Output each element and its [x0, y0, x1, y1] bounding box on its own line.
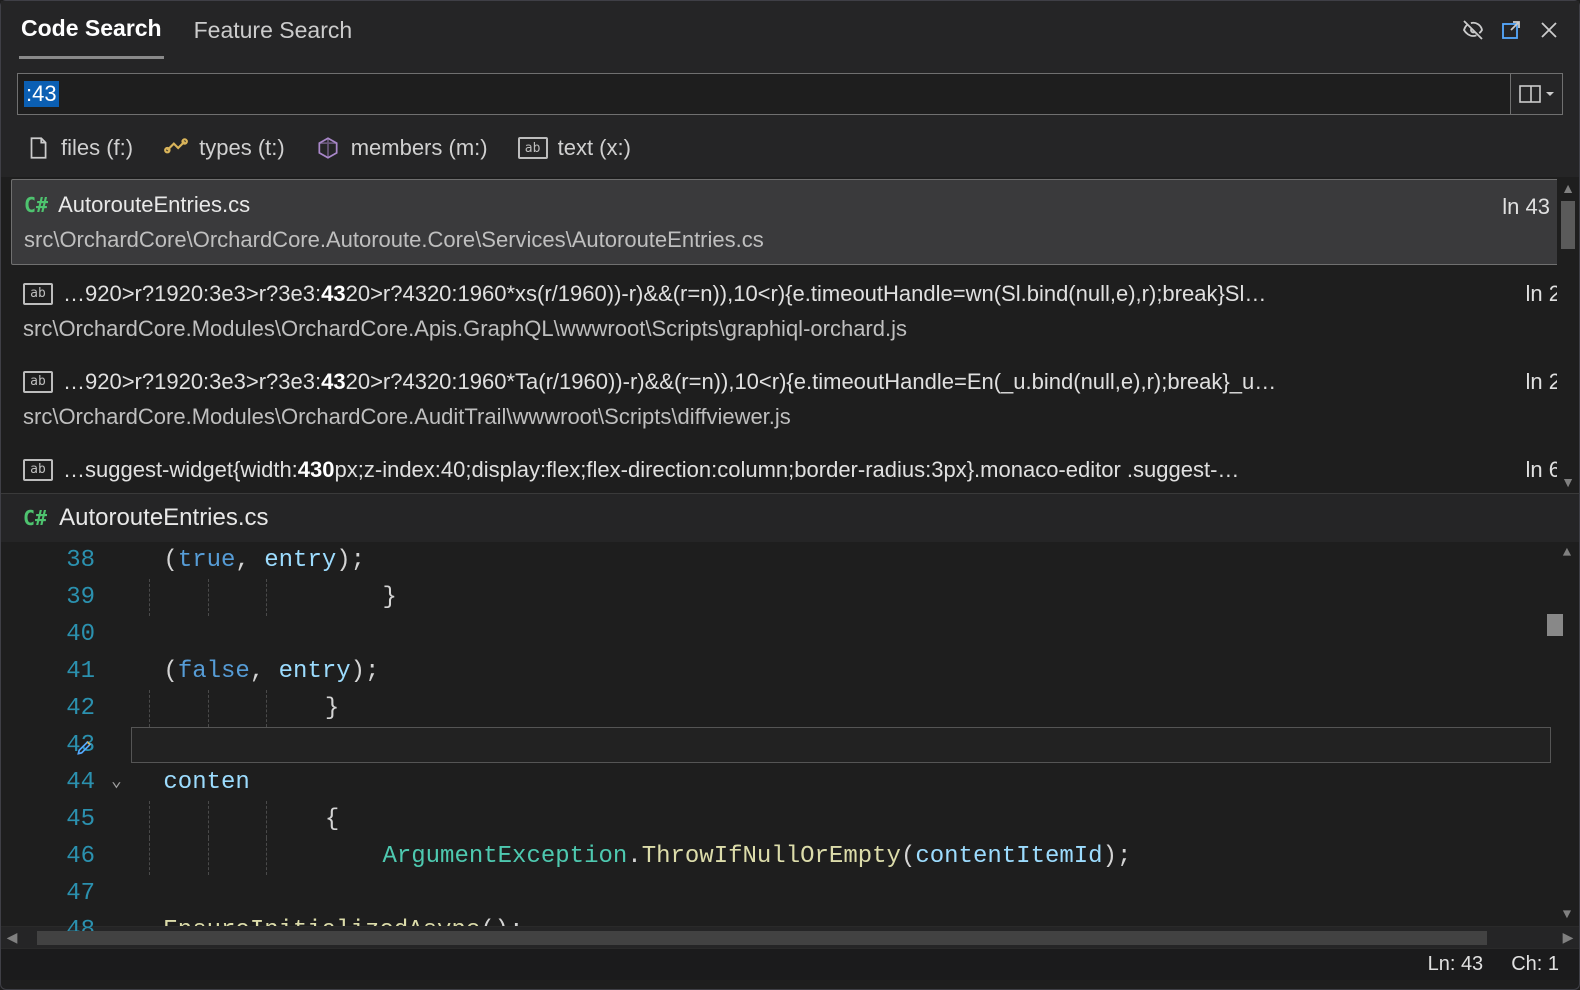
- result-title: AutorouteEntries.cs: [58, 188, 250, 221]
- result-item[interactable]: ab …920>r?1920:3e3>r?3e3:4320>r?4320:1960…: [1, 267, 1579, 355]
- result-item[interactable]: ab …920>r?1920:3e3>r?3e3:4320>r?4320:1960…: [1, 355, 1579, 443]
- text-icon: ab: [23, 459, 53, 481]
- scroll-thumb[interactable]: [1547, 614, 1563, 636]
- text-icon: ab: [23, 371, 53, 393]
- preview-filename: AutorouteEntries.cs: [59, 504, 268, 532]
- code-line[interactable]: ArgumentException.ThrowIfNullOrEmpty(con…: [149, 838, 1579, 875]
- code-line[interactable]: {: [149, 801, 1579, 838]
- scroll-up-icon[interactable]: ▲: [1561, 177, 1575, 199]
- fold-gutter[interactable]: ⌄: [101, 542, 149, 926]
- chevron-down-icon: [1545, 89, 1555, 99]
- csharp-icon: C#: [24, 190, 48, 220]
- eye-off-icon[interactable]: [1461, 18, 1485, 42]
- view-options-button[interactable]: [1511, 73, 1563, 115]
- scroll-down-icon[interactable]: ▼: [1561, 471, 1575, 493]
- filter-types[interactable]: types (t:): [163, 135, 285, 161]
- filter-members[interactable]: members (m:): [315, 135, 488, 161]
- fold-chevron-icon[interactable]: ⌄: [111, 764, 122, 801]
- open-external-icon[interactable]: [1499, 18, 1523, 42]
- filter-text[interactable]: ab text (x:): [518, 135, 631, 161]
- result-snippet: …920>r?1920:3e3>r?3e3:4320>r?4320:1960*x…: [63, 277, 1266, 310]
- edit-brush-icon[interactable]: [75, 733, 95, 770]
- close-icon[interactable]: [1537, 18, 1561, 42]
- result-path: src\OrchardCore.Modules\OrchardCore.Audi…: [23, 400, 1557, 433]
- result-line-number: ln 43: [1502, 190, 1550, 223]
- code-line[interactable]: EnsureInitializedAsync();: [149, 912, 1579, 926]
- line-number: 42: [1, 690, 95, 727]
- members-icon: [315, 135, 341, 161]
- result-line-number: ln 2: [1526, 365, 1561, 398]
- line-number: 47: [1, 875, 95, 912]
- line-number: 38: [1, 542, 95, 579]
- text-icon: ab: [23, 283, 53, 305]
- code-content[interactable]: (true, entry); } (false, entry); } conte…: [149, 542, 1579, 926]
- preview-header: C# AutorouteEntries.cs: [1, 493, 1579, 542]
- code-editor[interactable]: 3839404142434445464748 ⌄ (true, entry); …: [1, 542, 1579, 926]
- line-number: 45: [1, 801, 95, 838]
- results-list: C# AutorouteEntries.cssrc\OrchardCore\Orc…: [1, 177, 1579, 493]
- code-line[interactable]: }: [149, 690, 1579, 727]
- result-item[interactable]: C# AutorouteEntries.cssrc\OrchardCore\Orc…: [11, 179, 1569, 265]
- tab-code-search[interactable]: Code Search: [19, 7, 164, 59]
- tab-feature-search[interactable]: Feature Search: [192, 9, 355, 58]
- csharp-icon: C#: [23, 506, 47, 530]
- search-row: :43: [1, 57, 1579, 125]
- types-icon: [163, 135, 189, 161]
- result-line-number: ln 2: [1526, 277, 1561, 310]
- layout-icon: [1519, 85, 1541, 103]
- code-line[interactable]: [149, 616, 1579, 653]
- result-item[interactable]: ab …suggest-widget{width:430px;z-index:40…: [1, 443, 1579, 493]
- text-icon: ab: [518, 137, 548, 159]
- code-line[interactable]: [149, 727, 1579, 764]
- result-path: src\OrchardCore\OrchardCore.Autoroute.Co…: [24, 223, 1556, 256]
- result-snippet: …suggest-widget{width:430px;z-index:40;d…: [63, 453, 1239, 486]
- code-line[interactable]: }: [149, 579, 1579, 616]
- line-number: 39: [1, 579, 95, 616]
- scroll-thumb[interactable]: [1561, 201, 1575, 249]
- code-line[interactable]: [149, 875, 1579, 912]
- search-query: :43: [24, 81, 59, 107]
- search-input[interactable]: :43: [17, 73, 1511, 115]
- code-line[interactable]: conten: [149, 764, 1579, 801]
- filter-bar: files (f:) types (t:) members (m:) ab te…: [1, 125, 1579, 177]
- horizontal-scrollbar[interactable]: ◀ ▶: [1, 926, 1579, 948]
- result-path: src\OrchardCore.Modules\OrchardCore.Reso…: [23, 488, 1557, 493]
- header: Code Search Feature Search: [1, 1, 1579, 57]
- result-path: src\OrchardCore.Modules\OrchardCore.Apis…: [23, 312, 1557, 345]
- filter-files[interactable]: files (f:): [25, 135, 133, 161]
- status-col: Ch: 1: [1511, 953, 1559, 976]
- editor-scrollbar[interactable]: ▲ ▼: [1555, 542, 1579, 926]
- line-number: 46: [1, 838, 95, 875]
- file-icon: [25, 135, 51, 161]
- result-line-number: ln 6: [1526, 453, 1561, 486]
- scroll-up-icon[interactable]: ▲: [1563, 542, 1571, 564]
- scroll-thumb[interactable]: [37, 931, 1487, 945]
- code-line[interactable]: (true, entry);: [149, 542, 1579, 579]
- result-snippet: …920>r?1920:3e3>r?3e3:4320>r?4320:1960*T…: [63, 365, 1276, 398]
- results-scrollbar[interactable]: ▲ ▼: [1557, 177, 1579, 493]
- code-line[interactable]: (false, entry);: [149, 653, 1579, 690]
- line-number: 40: [1, 616, 95, 653]
- status-line: Ln: 43: [1428, 953, 1484, 976]
- status-bar: Ln: 43 Ch: 1: [1, 948, 1579, 980]
- scroll-down-icon[interactable]: ▼: [1563, 904, 1571, 926]
- line-number: 41: [1, 653, 95, 690]
